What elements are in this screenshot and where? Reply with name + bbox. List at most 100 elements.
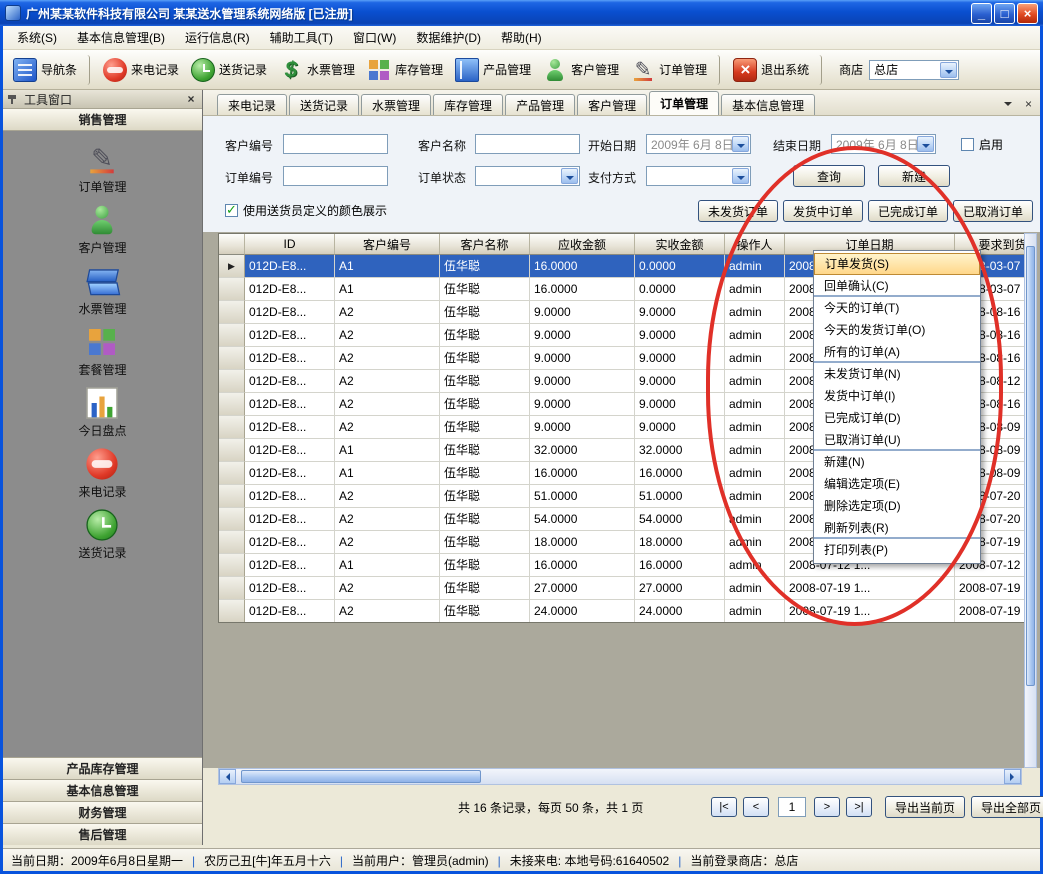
customer-name-input[interactable] — [475, 134, 580, 154]
tab[interactable]: 库存管理 — [433, 94, 503, 115]
row-selector[interactable] — [219, 416, 245, 439]
tab-close-icon[interactable]: × — [1021, 96, 1036, 111]
table-row[interactable]: 012D-E8... A2 伍华聪 27.0000 27.0000 admin … — [219, 577, 1029, 600]
row-selector[interactable] — [219, 278, 245, 301]
toolbar-button[interactable]: 送货记录 — [185, 55, 273, 85]
status-filter-button-cancelled[interactable]: 已取消订单 — [953, 200, 1033, 222]
toolbar-button[interactable]: 订单管理 — [625, 55, 720, 85]
delivery-color-checkbox[interactable] — [225, 204, 238, 217]
order-no-input[interactable] — [283, 166, 388, 186]
scroll-left-icon[interactable] — [219, 769, 236, 784]
chevron-down-icon[interactable] — [940, 62, 957, 78]
row-selector[interactable] — [219, 600, 245, 623]
menu-item[interactable]: 辅助工具(T) — [260, 26, 343, 49]
menu-item[interactable]: 数据维护(D) — [406, 26, 491, 49]
sidebar-item[interactable]: 来电记录 — [78, 452, 126, 500]
menu-item[interactable]: 帮助(H) — [491, 26, 552, 49]
store-select[interactable]: 总店 — [869, 60, 959, 80]
column-header[interactable] — [219, 234, 245, 255]
table-row[interactable]: 012D-E8... A2 伍华聪 24.0000 24.0000 admin … — [219, 600, 1029, 623]
menu-item[interactable]: 运行信息(R) — [175, 26, 260, 49]
sidebar-item[interactable]: 水票管理 — [78, 269, 126, 317]
toolbar-button[interactable]: 来电记录 — [97, 55, 185, 85]
row-selector[interactable] — [219, 301, 245, 324]
horizontal-scroll-thumb[interactable] — [241, 770, 481, 783]
next-page-button[interactable]: > — [814, 797, 840, 817]
chevron-down-icon[interactable] — [561, 168, 578, 184]
tab[interactable]: 送货记录 — [289, 94, 359, 115]
row-selector[interactable] — [219, 577, 245, 600]
tab[interactable]: 客户管理 — [577, 94, 647, 115]
tab-list-dropdown-icon[interactable] — [1000, 96, 1015, 111]
enable-checkbox[interactable] — [961, 138, 974, 151]
column-header[interactable]: 客户编号 — [335, 234, 440, 255]
new-button[interactable]: 新建 — [878, 165, 950, 187]
context-menu-item[interactable]: 已完成订单(D) — [814, 407, 980, 429]
close-icon[interactable]: × — [184, 92, 198, 106]
minimize-button[interactable]: _ — [971, 3, 992, 24]
toolbar-button[interactable]: 水票管理 — [273, 55, 361, 85]
sidebar-item[interactable]: 今日盘点 — [78, 391, 126, 439]
context-menu-item[interactable]: 删除选定项(D) — [814, 495, 980, 517]
toolbar-button[interactable]: 库存管理 — [361, 55, 449, 85]
row-selector[interactable] — [219, 347, 245, 370]
row-selector[interactable] — [219, 462, 245, 485]
sidebar-item[interactable]: 订单管理 — [78, 147, 126, 195]
color-checkbox-row[interactable]: 使用送货员定义的颜色展示 — [225, 202, 387, 219]
sidebar-group-bar[interactable]: 财务管理 — [3, 801, 202, 823]
first-page-button[interactable]: |< — [711, 797, 737, 817]
start-date-picker[interactable]: 2009年 6月 8日 — [646, 134, 751, 154]
menu-item[interactable]: 系统(S) — [7, 26, 67, 49]
column-header[interactable]: 客户名称 — [440, 234, 530, 255]
row-selector[interactable] — [219, 554, 245, 577]
close-button[interactable]: × — [1017, 3, 1038, 24]
pay-method-select[interactable] — [646, 166, 751, 186]
row-selector[interactable] — [219, 531, 245, 554]
sidebar-group-bar[interactable]: 售后管理 — [3, 823, 202, 845]
context-menu-item[interactable]: 发货中订单(I) — [814, 385, 980, 407]
context-menu-item[interactable]: 今天的订单(T) — [814, 297, 980, 319]
sidebar-item[interactable]: 客户管理 — [78, 208, 126, 256]
vertical-scrollbar[interactable] — [1024, 233, 1037, 768]
row-selector[interactable] — [219, 324, 245, 347]
menu-item[interactable]: 基本信息管理(B) — [67, 26, 175, 49]
tab[interactable]: 基本信息管理 — [721, 94, 815, 115]
context-menu-item[interactable]: 回单确认(C) — [814, 275, 980, 297]
last-page-button[interactable]: >| — [846, 797, 872, 817]
customer-no-input[interactable] — [283, 134, 388, 154]
row-selector[interactable] — [219, 370, 245, 393]
chevron-down-icon[interactable] — [732, 136, 749, 152]
context-menu-item[interactable]: 已取消订单(U) — [814, 429, 980, 451]
toolbar-button[interactable]: 产品管理 — [449, 55, 537, 85]
scroll-right-icon[interactable] — [1004, 769, 1021, 784]
context-menu-item[interactable]: 刷新列表(R) — [814, 517, 980, 539]
page-number-input[interactable] — [778, 797, 806, 817]
chevron-down-icon[interactable] — [917, 136, 934, 152]
row-selector[interactable] — [219, 508, 245, 531]
context-menu-item[interactable]: 打印列表(P) — [814, 539, 980, 561]
column-header[interactable]: 实收金额 — [635, 234, 725, 255]
end-date-picker[interactable]: 2009年 6月 8日 — [831, 134, 936, 154]
prev-page-button[interactable]: < — [743, 797, 769, 817]
horizontal-scrollbar[interactable] — [218, 768, 1022, 785]
enable-checkbox-row[interactable]: 启用 — [961, 136, 1003, 153]
export-all-pages-button[interactable]: 导出全部页 — [971, 796, 1043, 818]
query-button[interactable]: 查询 — [793, 165, 865, 187]
order-status-select[interactable] — [475, 166, 580, 186]
vertical-scroll-thumb[interactable] — [1026, 246, 1035, 686]
context-menu-item[interactable]: 订单发货(S) — [814, 253, 980, 275]
context-menu-item[interactable]: 未发货订单(N) — [814, 363, 980, 385]
context-menu-item[interactable]: 新建(N) — [814, 451, 980, 473]
sidebar-group-bar[interactable]: 基本信息管理 — [3, 779, 202, 801]
row-selector[interactable] — [219, 485, 245, 508]
menu-item[interactable]: 窗口(W) — [343, 26, 406, 49]
export-current-page-button[interactable]: 导出当前页 — [885, 796, 965, 818]
tab[interactable]: 产品管理 — [505, 94, 575, 115]
context-menu-item[interactable]: 今天的发货订单(O) — [814, 319, 980, 341]
context-menu-item[interactable]: 编辑选定项(E) — [814, 473, 980, 495]
column-header[interactable]: 应收金额 — [530, 234, 635, 255]
toolbar-button[interactable]: 退出系统 — [727, 55, 822, 85]
tab[interactable]: 水票管理 — [361, 94, 431, 115]
toolbar-button[interactable]: 客户管理 — [537, 55, 625, 85]
toolbar-button[interactable]: 导航条 — [7, 55, 90, 85]
